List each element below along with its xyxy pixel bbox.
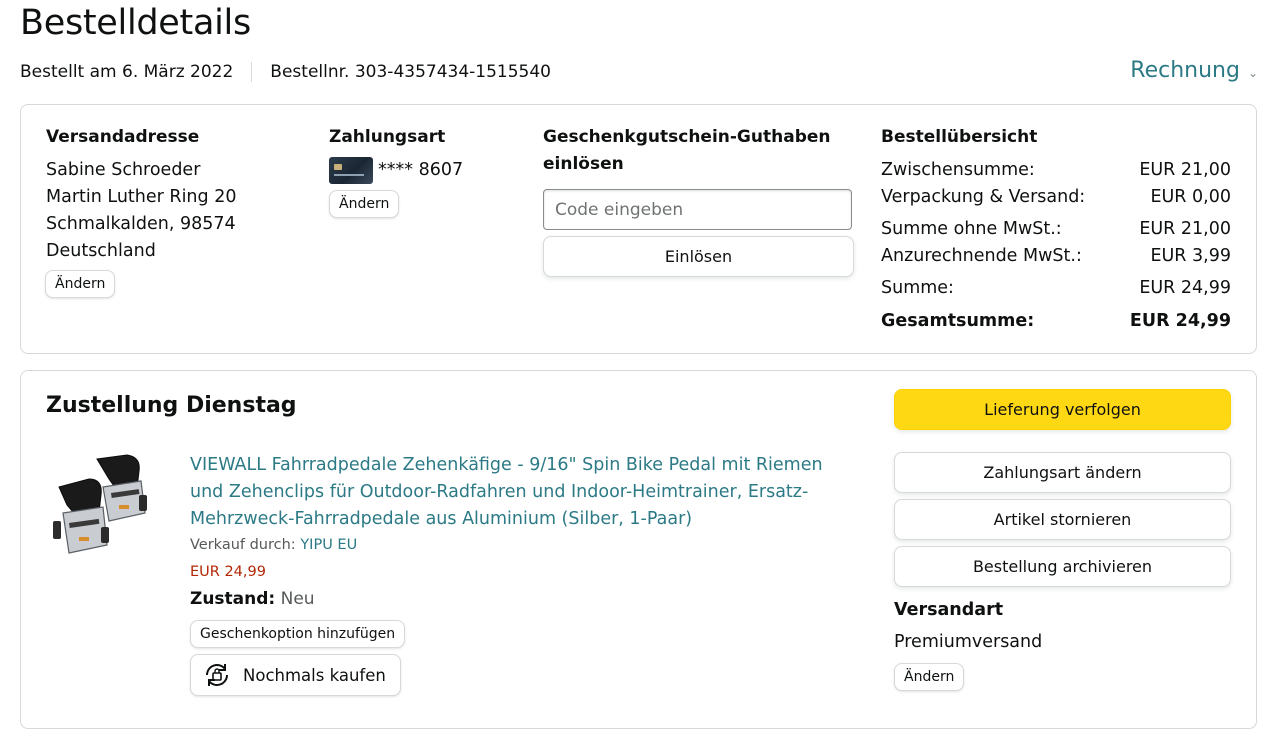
summary-row: Summe: EUR 24,99	[881, 275, 1231, 302]
sold-by-label: Verkauf durch:	[190, 537, 296, 553]
bike-pedal-product-image[interactable]	[49, 449, 149, 569]
order-meta: Bestellt am 6. März 2022 Bestellnr. 303-…	[20, 62, 551, 82]
change-payment-method-button[interactable]: Zahlungsart ändern	[894, 452, 1231, 493]
product-price: EUR 24,99	[190, 564, 266, 580]
summary-total-row: Gesamtsumme: EUR 24,99	[881, 308, 1231, 335]
delivery-heading: Zustellung Dienstag	[46, 393, 297, 418]
redeem-button[interactable]: Einlösen	[543, 236, 854, 277]
address-line: Sabine Schroeder	[46, 160, 201, 180]
buy-again-icon	[206, 664, 228, 686]
cancel-item-button[interactable]: Artikel stornieren	[894, 499, 1231, 540]
change-address-button[interactable]: Ändern	[45, 270, 116, 298]
condition-label: Zustand:	[190, 589, 276, 609]
gift-code-input[interactable]	[543, 189, 852, 230]
summary-total-label: Gesamtsumme:	[881, 311, 1035, 331]
gift-card-heading-line: einlösen	[543, 154, 624, 174]
change-shipping-method-button[interactable]: Ändern	[894, 663, 965, 691]
chevron-down-icon: ⌄	[1247, 65, 1258, 80]
archive-order-button[interactable]: Bestellung archivieren	[894, 546, 1231, 587]
track-delivery-button[interactable]: Lieferung verfolgen	[894, 389, 1231, 430]
summary-value: EUR 0,00	[1150, 187, 1231, 207]
shipping-address: Sabine Schroeder Martin Luther Ring 20 S…	[46, 157, 236, 265]
summary-value: EUR 21,00	[1139, 160, 1231, 180]
summary-label: Summe:	[881, 278, 954, 298]
order-number: Bestellnr. 303-4357434-1515540	[270, 62, 551, 82]
summary-total-value: EUR 24,99	[1129, 311, 1231, 331]
seller-link[interactable]: YIPU EU	[300, 537, 357, 553]
summary-label: Verpackung & Versand:	[881, 187, 1086, 207]
shipping-method-heading: Versandart	[894, 600, 1004, 620]
summary-value: EUR 21,00	[1139, 219, 1231, 239]
seller-info: Verkauf durch: YIPU EU	[190, 537, 357, 553]
product-title-link[interactable]: VIEWALL Fahrradpedale Zehenkäfige - 9/16…	[190, 452, 860, 533]
add-gift-option-button[interactable]: Geschenkoption hinzufügen	[190, 620, 406, 648]
card-number: **** 8607	[378, 160, 464, 180]
payment-heading: Zahlungsart	[329, 127, 446, 147]
order-summary: Zwischensumme: EUR 21,00 Verpackung & Ve…	[881, 157, 1231, 335]
address-line: Schmalkalden, 98574	[46, 214, 236, 234]
condition-value: Neu	[280, 589, 315, 609]
summary-label: Summe ohne MwSt.:	[881, 219, 1062, 239]
invoice-dropdown[interactable]: Rechnung ⌄	[1130, 58, 1258, 83]
summary-row: Summe ohne MwSt.: EUR 21,00	[881, 216, 1231, 243]
credit-card-icon	[329, 157, 373, 184]
summary-value: EUR 3,99	[1150, 246, 1231, 266]
address-line: Deutschland	[46, 241, 156, 261]
product-condition: Zustand: Neu	[190, 589, 315, 609]
summary-row: Verpackung & Versand: EUR 0,00	[881, 184, 1231, 211]
invoice-label: Rechnung	[1130, 58, 1240, 83]
shipping-address-heading: Versandadresse	[46, 127, 200, 147]
summary-label: Anzurechnende MwSt.:	[881, 246, 1082, 266]
shipping-method-value: Premiumversand	[894, 632, 1043, 652]
change-payment-button[interactable]: Ändern	[329, 190, 400, 218]
order-info-card: Versandadresse Sabine Schroeder Martin L…	[20, 104, 1257, 354]
page-title: Bestelldetails	[20, 3, 251, 43]
summary-row: Zwischensumme: EUR 21,00	[881, 157, 1231, 184]
summary-row: Anzurechnende MwSt.: EUR 3,99	[881, 243, 1231, 270]
summary-label: Zwischensumme:	[881, 160, 1035, 180]
buy-again-label: Nochmals kaufen	[243, 665, 386, 685]
buy-again-button[interactable]: Nochmals kaufen	[190, 654, 401, 696]
gift-card-heading-line: Geschenkgutschein-Guthaben	[543, 127, 831, 147]
divider	[251, 62, 253, 82]
summary-value: EUR 24,99	[1139, 278, 1231, 298]
order-date: Bestellt am 6. März 2022	[20, 62, 234, 82]
order-summary-heading: Bestellübersicht	[881, 127, 1038, 147]
delivery-card: Zustellung Dienstag VIEWALL Fahrradpedal…	[20, 370, 1257, 729]
address-line: Martin Luther Ring 20	[46, 187, 237, 207]
gift-card-heading: Geschenkgutschein-Guthaben einlösen	[543, 124, 831, 178]
